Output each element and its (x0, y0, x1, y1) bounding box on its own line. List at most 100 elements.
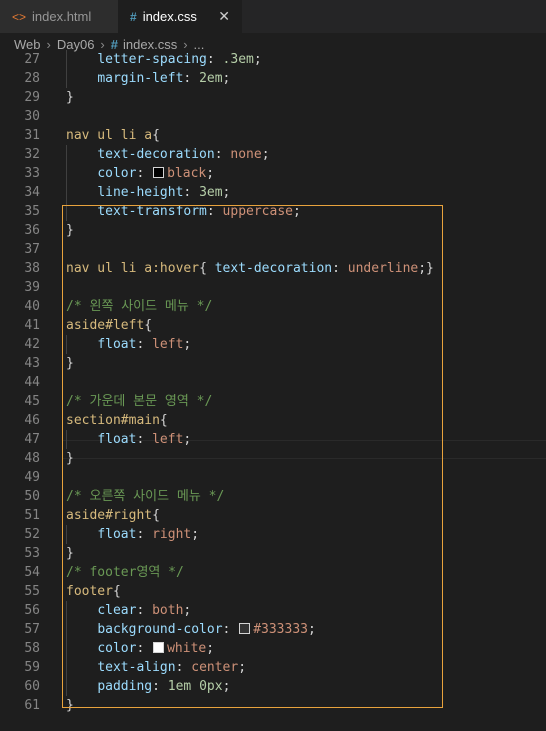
code-line[interactable]: 55 footer{ (0, 582, 546, 601)
code-token: : (183, 71, 200, 86)
code-token: : (183, 185, 200, 200)
code-token: } (66, 356, 74, 371)
line-number: 52 (24, 527, 40, 542)
code-line[interactable]: 35 text-transform: uppercase; (0, 202, 546, 221)
code-token: nav ul li a (66, 128, 153, 143)
code-line[interactable]: 53} (0, 544, 546, 563)
code-line[interactable]: 29} (0, 88, 546, 107)
code-line[interactable]: 34 line-height: 3em; (0, 183, 546, 202)
code-token: ; (183, 337, 192, 352)
code-token: aside#left (66, 318, 145, 333)
code-line[interactable]: 41 aside#left{ (0, 316, 546, 335)
code-text: text-transform: uppercase; (66, 202, 301, 221)
code-text: footer{ (66, 582, 121, 601)
code-line[interactable]: 49 (0, 468, 546, 487)
line-number: 40 (24, 299, 40, 314)
code-line[interactable]: 45 /* 가운데 본문 영역 */ (0, 392, 546, 411)
code-line[interactable]: 33 color: black; (0, 164, 546, 183)
code-line[interactable]: 40 /* 왼쪽 사이드 메뉴 */ (0, 297, 546, 316)
color-swatch-icon[interactable] (239, 623, 251, 634)
code-line[interactable]: 61} (0, 696, 546, 715)
line-number: 47 (24, 432, 40, 447)
code-text: } (66, 354, 74, 373)
color-swatch-icon[interactable] (153, 642, 165, 653)
code-token: float (97, 337, 137, 352)
code-line[interactable]: 58 color: white; (0, 639, 546, 658)
line-number: 38 (24, 261, 40, 276)
color-swatch-icon[interactable] (153, 167, 165, 178)
code-line[interactable]: 32 text-decoration: none; (0, 145, 546, 164)
tab-index-html[interactable]: <> index.html (0, 0, 118, 33)
code-token: ; (222, 71, 231, 86)
code-token: text-transform (97, 204, 207, 219)
tab-label: index.html (32, 9, 92, 24)
close-icon[interactable]: ✕ (218, 8, 230, 25)
code-text: aside#right{ (66, 506, 160, 525)
css-file-icon: # (130, 9, 137, 24)
code-token: footer (66, 584, 113, 599)
code-token: : (206, 52, 223, 67)
code-line[interactable]: 56 clear: both; (0, 601, 546, 620)
code-line[interactable]: 42 float: left; (0, 335, 546, 354)
line-number: 45 (24, 394, 40, 409)
indent-guide (66, 145, 67, 221)
code-token: 1em 0px (167, 679, 223, 694)
code-token: ; (183, 432, 192, 447)
code-editor[interactable]: 27 letter-spacing: .3em; 28 margin-left: … (0, 50, 546, 731)
line-number: 28 (24, 71, 40, 86)
code-token: /* 왼쪽 사이드 메뉴 */ (66, 299, 213, 314)
code-line[interactable]: 27 letter-spacing: .3em; (0, 50, 546, 69)
code-line[interactable]: 52 float: right; (0, 525, 546, 544)
code-line[interactable]: 47 float: left; (0, 430, 546, 449)
code-line[interactable]: 44 (0, 373, 546, 392)
code-token: left (152, 432, 184, 447)
code-line[interactable]: 46 section#main{ (0, 411, 546, 430)
line-number: 44 (24, 375, 40, 390)
code-token: aside#right (66, 508, 153, 523)
code-token: } (66, 451, 74, 466)
code-token: ; (206, 641, 215, 656)
code-token: uppercase (222, 204, 293, 219)
code-line[interactable]: 31 nav ul li a{ (0, 126, 546, 145)
code-token: center (191, 660, 239, 675)
code-token: clear (97, 603, 137, 618)
code-text: /* footer영역 */ (66, 563, 184, 582)
code-line[interactable]: 37 (0, 240, 546, 259)
code-line[interactable]: 30 (0, 107, 546, 126)
code-token: text-align (97, 660, 176, 675)
code-line[interactable]: 38 nav ul li a:hover{ text-decoration: un… (0, 259, 546, 278)
indent-guide (66, 525, 67, 544)
code-token: letter-spacing (97, 52, 207, 67)
line-number: 34 (24, 185, 40, 200)
code-line[interactable]: 60 padding: 1em 0px; (0, 677, 546, 696)
code-line[interactable]: 50 /* 오른쪽 사이드 메뉴 */ (0, 487, 546, 506)
code-token: ; (261, 147, 270, 162)
code-line[interactable]: 39 (0, 278, 546, 297)
code-token: ; (308, 622, 316, 637)
code-text: letter-spacing: .3em; (66, 50, 261, 69)
code-token: padding (97, 679, 153, 694)
code-line[interactable]: 28 margin-left: 2em; (0, 69, 546, 88)
tab-index-css[interactable]: # index.css ✕ (118, 0, 242, 33)
code-line[interactable]: 59 text-align: center; (0, 658, 546, 677)
code-line[interactable]: 54 /* footer영역 */ (0, 563, 546, 582)
line-number: 46 (24, 413, 40, 428)
code-line[interactable]: 43} (0, 354, 546, 373)
code-line[interactable]: 48} (0, 449, 546, 468)
line-number: 50 (24, 489, 40, 504)
line-number: 61 (24, 698, 40, 713)
code-token: text-decoration (214, 261, 333, 276)
code-line[interactable]: 57 background-color: #333333; (0, 620, 546, 639)
code-token: both (152, 603, 184, 618)
code-line[interactable]: 36} (0, 221, 546, 240)
code-token: /* 가운데 본문 영역 */ (66, 394, 213, 409)
code-text: margin-left: 2em; (66, 69, 230, 88)
code-line[interactable]: 51 aside#right{ (0, 506, 546, 525)
code-token: background-color (97, 622, 223, 637)
code-token: } (66, 223, 74, 238)
